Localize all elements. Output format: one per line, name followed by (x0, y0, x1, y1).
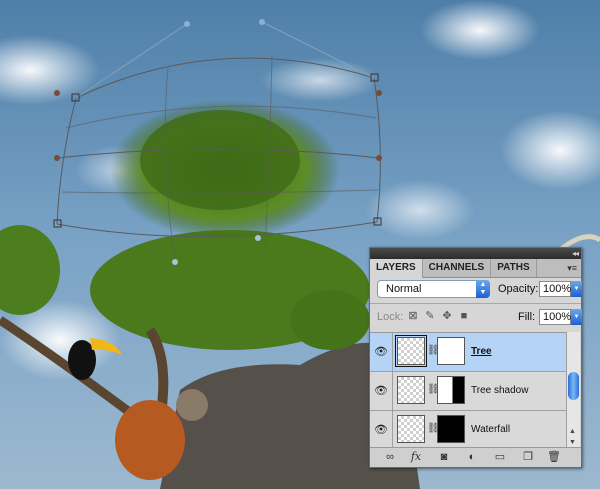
layer-mask-thumbnail[interactable] (437, 337, 465, 365)
eye-visibility-icon[interactable]: 👁 (370, 333, 393, 371)
blend-mode-value: Normal (386, 283, 422, 295)
layers-list: 👁 ⛓ Tree 👁 ⛓ Tree shadow 👁 ⛓ Waterfall (370, 332, 566, 450)
lock-image-brush-icon[interactable]: ✎ (424, 310, 436, 322)
layer-name[interactable]: Waterfall (471, 411, 510, 449)
lock-transparency-icon[interactable]: ⊠ (407, 310, 419, 322)
collapse-icon[interactable]: ◂◂ (572, 248, 579, 259)
tab-paths[interactable]: PATHS (491, 259, 537, 277)
link-layers-icon[interactable]: ∞ (382, 450, 398, 464)
scrollbar-thumb[interactable] (568, 372, 579, 400)
fill-input[interactable]: 100% (539, 309, 571, 325)
new-group-icon[interactable]: ▭ (492, 450, 508, 464)
layer-name[interactable]: Tree shadow (471, 372, 528, 410)
panel-tabs: LAYERS CHANNELS PATHS ▾≡ (370, 259, 581, 278)
blend-mode-arrow-icon[interactable]: ▲ ▼ (476, 280, 490, 298)
tab-layers[interactable]: LAYERS (370, 259, 423, 278)
layer-row-waterfall[interactable]: 👁 ⛓ Waterfall (370, 411, 566, 450)
adjustment-layer-icon[interactable]: ◐ (464, 450, 480, 464)
layers-scrollbar[interactable]: ▲ ▼ (566, 332, 580, 448)
panel-titlebar[interactable]: ◂◂ (370, 248, 581, 259)
opacity-label: Opacity: (498, 283, 539, 295)
panel-divider (370, 303, 581, 304)
tab-channels[interactable]: CHANNELS (423, 259, 492, 277)
eye-visibility-icon[interactable]: 👁 (370, 372, 393, 410)
layers-panel: ◂◂ LAYERS CHANNELS PATHS ▾≡ Normal ▲ ▼ Op… (369, 247, 582, 468)
panel-bottom-bar: ∞ fx ◙ ◐ ▭ ❐ 🗑 (370, 447, 581, 467)
layer-row-tree-shadow[interactable]: 👁 ⛓ Tree shadow (370, 372, 566, 411)
fill-label: Fill: (518, 311, 536, 323)
opacity-input[interactable]: 100% (539, 281, 571, 297)
fill-dropdown-icon[interactable]: ▼ (571, 309, 582, 325)
fx-icon[interactable]: fx (408, 450, 424, 464)
new-layer-icon[interactable]: ❐ (520, 450, 536, 464)
layer-mask-thumbnail[interactable] (437, 415, 465, 443)
blend-mode-select[interactable]: Normal ▲ ▼ (377, 280, 490, 298)
layer-thumbnail[interactable] (397, 376, 425, 404)
scroll-up-icon[interactable]: ▲ (569, 428, 576, 435)
layer-name[interactable]: Tree (471, 333, 492, 371)
panel-menu-icon[interactable]: ▾≡ (567, 259, 577, 277)
lock-position-move-icon[interactable]: ✥ (441, 310, 453, 322)
lock-all-icon[interactable]: ■ (458, 310, 470, 322)
lock-label: Lock: (377, 311, 404, 323)
scroll-down-icon[interactable]: ▼ (569, 439, 576, 446)
trash-icon[interactable]: 🗑 (546, 450, 562, 464)
eye-visibility-icon[interactable]: 👁 (370, 411, 393, 449)
add-mask-icon[interactable]: ◙ (436, 450, 452, 464)
layer-thumbnail[interactable] (397, 415, 425, 443)
tree-top-layer (110, 100, 340, 240)
layer-mask-thumbnail[interactable] (437, 376, 465, 404)
layer-row-tree[interactable]: 👁 ⛓ Tree (370, 333, 566, 372)
opacity-dropdown-icon[interactable]: ▼ (571, 281, 582, 297)
layer-thumbnail[interactable] (395, 335, 427, 367)
